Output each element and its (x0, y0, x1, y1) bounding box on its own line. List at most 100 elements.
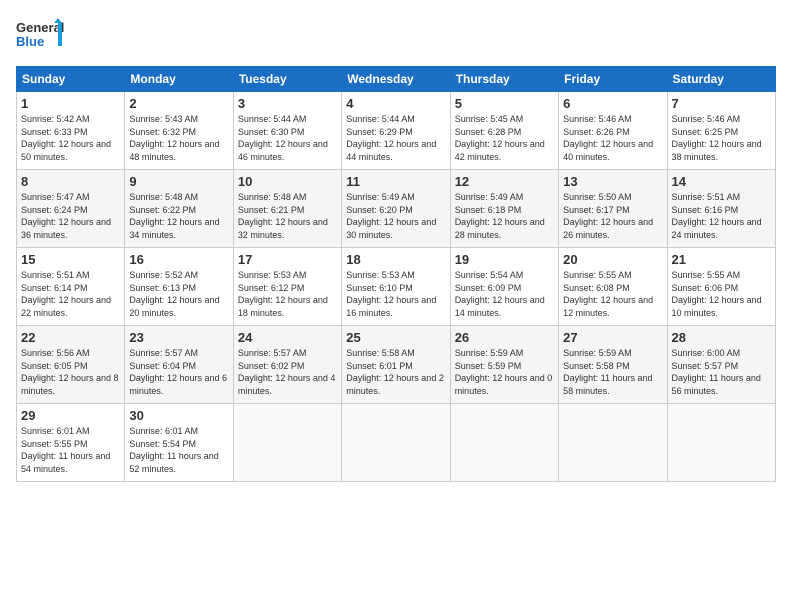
cell-info: Sunrise: 5:57 AMSunset: 6:02 PMDaylight:… (238, 347, 337, 397)
calendar-cell: 5 Sunrise: 5:45 AMSunset: 6:28 PMDaylight… (450, 92, 558, 170)
cell-info: Sunrise: 6:01 AMSunset: 5:54 PMDaylight:… (129, 425, 228, 475)
calendar-cell: 17 Sunrise: 5:53 AMSunset: 6:12 PMDayligh… (233, 248, 341, 326)
calendar-cell: 4Sunrise: 5:44 AMSunset: 6:29 PMDaylight… (342, 92, 450, 170)
day-number: 8 (21, 174, 120, 189)
cell-info: Sunrise: 5:57 AMSunset: 6:04 PMDaylight:… (129, 347, 228, 397)
day-number: 13 (563, 174, 662, 189)
calendar-cell: 26 Sunrise: 5:59 AMSunset: 5:59 PMDayligh… (450, 326, 558, 404)
calendar-cell: 19 Sunrise: 5:54 AMSunset: 6:09 PMDayligh… (450, 248, 558, 326)
cell-info: Sunrise: 5:43 AMSunset: 6:32 PMDaylight:… (129, 113, 228, 163)
calendar-cell: 9Sunrise: 5:48 AMSunset: 6:22 PMDaylight… (125, 170, 233, 248)
calendar-cell: 21 Sunrise: 5:55 AMSunset: 6:06 PMDayligh… (667, 248, 775, 326)
day-number: 15 (21, 252, 120, 267)
calendar-cell (667, 404, 775, 482)
cell-info: Sunrise: 5:44 AMSunset: 6:30 PMDaylight:… (238, 113, 337, 163)
calendar-table: SundayMondayTuesdayWednesdayThursdayFrid… (16, 66, 776, 482)
calendar-week-row: 29 Sunrise: 6:01 AMSunset: 5:55 PMDayligh… (17, 404, 776, 482)
cell-info: Sunrise: 5:48 AMSunset: 6:21 PMDaylight:… (238, 191, 337, 241)
calendar-cell (450, 404, 558, 482)
calendar-cell: 23 Sunrise: 5:57 AMSunset: 6:04 PMDayligh… (125, 326, 233, 404)
day-number: 4 (346, 96, 445, 111)
day-number: 21 (672, 252, 771, 267)
day-number: 6 (563, 96, 662, 111)
day-header: Sunday (17, 67, 125, 92)
day-number: 22 (21, 330, 120, 345)
svg-text:Blue: Blue (16, 34, 44, 49)
calendar-cell: 7 Sunrise: 5:46 AMSunset: 6:25 PMDaylight… (667, 92, 775, 170)
calendar-cell: 22 Sunrise: 5:56 AMSunset: 6:05 PMDayligh… (17, 326, 125, 404)
cell-info: Sunrise: 5:58 AMSunset: 6:01 PMDaylight:… (346, 347, 445, 397)
day-header: Wednesday (342, 67, 450, 92)
day-number: 10 (238, 174, 337, 189)
cell-info: Sunrise: 5:56 AMSunset: 6:05 PMDaylight:… (21, 347, 120, 397)
day-number: 25 (346, 330, 445, 345)
calendar-cell: 15 Sunrise: 5:51 AMSunset: 6:14 PMDayligh… (17, 248, 125, 326)
cell-info: Sunrise: 5:45 AMSunset: 6:28 PMDaylight:… (455, 113, 554, 163)
calendar-cell: 10 Sunrise: 5:48 AMSunset: 6:21 PMDayligh… (233, 170, 341, 248)
day-number: 11 (346, 174, 445, 189)
day-number: 1 (21, 96, 120, 111)
cell-info: Sunrise: 5:59 AMSunset: 5:59 PMDaylight:… (455, 347, 554, 397)
day-number: 16 (129, 252, 228, 267)
day-number: 29 (21, 408, 120, 423)
calendar-cell: 2 Sunrise: 5:43 AMSunset: 6:32 PMDaylight… (125, 92, 233, 170)
calendar-week-row: 22 Sunrise: 5:56 AMSunset: 6:05 PMDayligh… (17, 326, 776, 404)
day-number: 2 (129, 96, 228, 111)
calendar-cell: 18 Sunrise: 5:53 AMSunset: 6:10 PMDayligh… (342, 248, 450, 326)
calendar-cell (233, 404, 341, 482)
cell-info: Sunrise: 5:42 AMSunset: 6:33 PMDaylight:… (21, 113, 120, 163)
day-number: 27 (563, 330, 662, 345)
cell-info: Sunrise: 5:55 AMSunset: 6:06 PMDaylight:… (672, 269, 771, 319)
day-header: Tuesday (233, 67, 341, 92)
calendar-week-row: 1 Sunrise: 5:42 AMSunset: 6:33 PMDaylight… (17, 92, 776, 170)
cell-info: Sunrise: 5:48 AMSunset: 6:22 PMDaylight:… (129, 191, 228, 241)
day-number: 23 (129, 330, 228, 345)
day-number: 14 (672, 174, 771, 189)
cell-info: Sunrise: 5:47 AMSunset: 6:24 PMDaylight:… (21, 191, 120, 241)
logo-svg: General Blue (16, 16, 66, 56)
calendar-cell: 8 Sunrise: 5:47 AMSunset: 6:24 PMDaylight… (17, 170, 125, 248)
calendar-cell: 11 Sunrise: 5:49 AMSunset: 6:20 PMDayligh… (342, 170, 450, 248)
calendar-cell: 13Sunrise: 5:50 AMSunset: 6:17 PMDayligh… (559, 170, 667, 248)
day-number: 20 (563, 252, 662, 267)
day-number: 7 (672, 96, 771, 111)
cell-info: Sunrise: 5:49 AMSunset: 6:18 PMDaylight:… (455, 191, 554, 241)
calendar-week-row: 8 Sunrise: 5:47 AMSunset: 6:24 PMDaylight… (17, 170, 776, 248)
calendar-week-row: 15 Sunrise: 5:51 AMSunset: 6:14 PMDayligh… (17, 248, 776, 326)
cell-info: Sunrise: 5:52 AMSunset: 6:13 PMDaylight:… (129, 269, 228, 319)
day-number: 30 (129, 408, 228, 423)
calendar-cell: 3 Sunrise: 5:44 AMSunset: 6:30 PMDaylight… (233, 92, 341, 170)
cell-info: Sunrise: 5:55 AMSunset: 6:08 PMDaylight:… (563, 269, 662, 319)
cell-info: Sunrise: 5:53 AMSunset: 6:12 PMDaylight:… (238, 269, 337, 319)
cell-info: Sunrise: 5:46 AMSunset: 6:25 PMDaylight:… (672, 113, 771, 163)
day-header: Monday (125, 67, 233, 92)
day-number: 19 (455, 252, 554, 267)
cell-info: Sunrise: 5:46 AMSunset: 6:26 PMDaylight:… (563, 113, 662, 163)
header: General Blue (16, 16, 776, 56)
cell-info: Sunrise: 6:00 AMSunset: 5:57 PMDaylight:… (672, 347, 771, 397)
day-number: 17 (238, 252, 337, 267)
cell-info: Sunrise: 5:51 AMSunset: 6:14 PMDaylight:… (21, 269, 120, 319)
day-number: 12 (455, 174, 554, 189)
calendar-cell (342, 404, 450, 482)
calendar-cell: 25 Sunrise: 5:58 AMSunset: 6:01 PMDayligh… (342, 326, 450, 404)
cell-info: Sunrise: 5:51 AMSunset: 6:16 PMDaylight:… (672, 191, 771, 241)
header-row: SundayMondayTuesdayWednesdayThursdayFrid… (17, 67, 776, 92)
cell-info: Sunrise: 5:49 AMSunset: 6:20 PMDaylight:… (346, 191, 445, 241)
calendar-cell: 20 Sunrise: 5:55 AMSunset: 6:08 PMDayligh… (559, 248, 667, 326)
day-number: 5 (455, 96, 554, 111)
day-number: 26 (455, 330, 554, 345)
calendar-container: General Blue SundayMondayTuesdayWednesda… (0, 0, 792, 490)
day-header: Friday (559, 67, 667, 92)
day-number: 3 (238, 96, 337, 111)
cell-info: Sunrise: 5:59 AMSunset: 5:58 PMDaylight:… (563, 347, 662, 397)
day-number: 24 (238, 330, 337, 345)
day-number: 28 (672, 330, 771, 345)
cell-info: Sunrise: 6:01 AMSunset: 5:55 PMDaylight:… (21, 425, 120, 475)
logo: General Blue (16, 16, 66, 56)
cell-info: Sunrise: 5:54 AMSunset: 6:09 PMDaylight:… (455, 269, 554, 319)
calendar-cell: 1 Sunrise: 5:42 AMSunset: 6:33 PMDaylight… (17, 92, 125, 170)
cell-info: Sunrise: 5:53 AMSunset: 6:10 PMDaylight:… (346, 269, 445, 319)
day-number: 18 (346, 252, 445, 267)
calendar-cell: 6 Sunrise: 5:46 AMSunset: 6:26 PMDaylight… (559, 92, 667, 170)
